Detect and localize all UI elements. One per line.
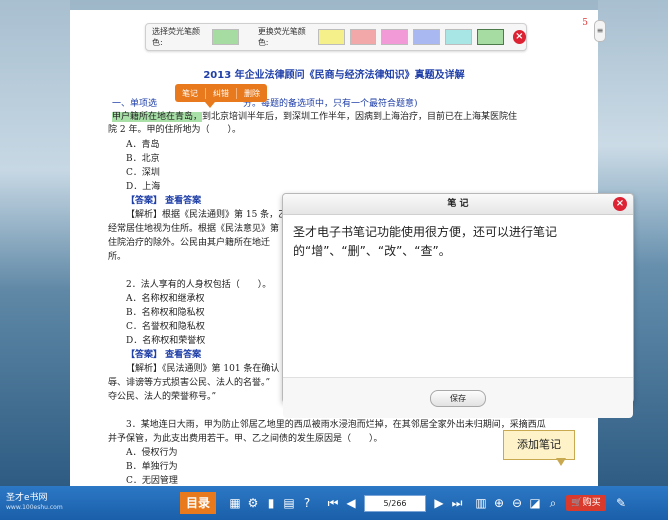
background-sea-left bbox=[0, 0, 70, 486]
change-color-label: 更换荧光笔颜色: bbox=[257, 27, 306, 47]
last-page-icon[interactable]: ⏭ bbox=[448, 496, 466, 511]
page-input[interactable]: 5/266 bbox=[364, 494, 426, 512]
context-menu-pointer bbox=[205, 102, 215, 108]
next-page-icon[interactable]: ▶ bbox=[430, 496, 448, 510]
page-number: 5 bbox=[582, 18, 588, 28]
option-a: A．侵权行为 bbox=[126, 448, 178, 458]
text-context-menu: 笔记 纠错 删除 bbox=[175, 84, 267, 102]
save-button[interactable]: 保存 bbox=[430, 389, 486, 407]
bottom-toolbar: 圣才e书网 www.100eshu.com 目录 ▦ ⚙ ▮ ▤ ? ⏮ ◀ 5… bbox=[0, 486, 668, 520]
note-textarea[interactable]: 圣才电子书笔记功能使用很方便，还可以进行笔记的“增”、“删”、“改”、“查”。 bbox=[283, 215, 633, 378]
color-swatch-magenta[interactable] bbox=[381, 29, 409, 45]
option-c: C．名誉权和隐私权 bbox=[126, 322, 205, 332]
color-swatch-blue[interactable] bbox=[413, 29, 441, 45]
two-page-icon[interactable]: ▥ bbox=[472, 496, 490, 510]
zoom-in-icon[interactable]: ⊕ bbox=[490, 496, 508, 510]
add-note-icon[interactable]: ◪ bbox=[526, 496, 544, 510]
note-dialog-footer: 保存 bbox=[283, 378, 633, 418]
menu-item-note[interactable]: 笔记 bbox=[175, 87, 206, 99]
highlighted-text[interactable]: 甲户籍所在地在青岛， bbox=[112, 112, 203, 122]
note-dialog-title: 笔 记 bbox=[447, 199, 469, 209]
color-swatch-cyan[interactable] bbox=[445, 29, 472, 45]
gear-icon[interactable]: ⚙ bbox=[244, 496, 262, 510]
question-3-line-1: 3．某地连日大雨，甲为防止邻居乙地里的西瓜被雨水浸泡而烂掉，在其邻居全家外出未归… bbox=[126, 420, 546, 430]
bookmark-icon[interactable]: ▮ bbox=[262, 496, 280, 510]
first-page-icon[interactable]: ⏮ bbox=[324, 496, 342, 511]
option-c: C．深圳 bbox=[126, 168, 160, 178]
close-icon[interactable]: × bbox=[512, 30, 527, 44]
note-dialog: 笔 记 × 圣才电子书笔记功能使用很方便，还可以进行笔记的“增”、“删”、“改”… bbox=[282, 193, 634, 418]
question-3-line-2: 并予保管，为此支出费用若干。甲、乙之间债的发生原因是（ ）。 bbox=[108, 434, 383, 444]
option-a: A．名称权和继承权 bbox=[126, 294, 205, 304]
explanation-2-line-3: 夺公民、法人的荣誉称号。” bbox=[108, 392, 217, 402]
explanation-1-line-2: 经常居住地视为住所。根据《民法意见》第 bbox=[108, 224, 280, 234]
color-swatch-pink[interactable] bbox=[349, 29, 377, 45]
question-1-line-1: 甲户籍所在地在青岛，到北京培训半年后，到深圳工作半年，因病到上海治疗，目前已在上… bbox=[112, 112, 518, 122]
color-swatch-yellow[interactable] bbox=[317, 29, 345, 45]
search-icon[interactable]: ⌕ bbox=[544, 496, 562, 511]
view-answer-link[interactable]: 【答案】 查看答案 bbox=[126, 193, 201, 206]
page-title: 2013 年企业法律顾问《民商与经济法律知识》真题及详解 bbox=[203, 70, 465, 81]
grid-icon[interactable]: ▦ bbox=[226, 496, 244, 510]
buy-button[interactable]: 🛒购买 bbox=[566, 495, 606, 511]
zoom-out-icon[interactable]: ⊖ bbox=[508, 496, 526, 510]
close-icon[interactable]: × bbox=[613, 197, 627, 211]
option-b: B．北京 bbox=[126, 154, 160, 164]
toc-button[interactable]: 目录 bbox=[180, 492, 216, 514]
highlighter-color-bar: 选择荧光笔颜色: 更换荧光笔颜色: × bbox=[145, 23, 527, 51]
explanation-1-line-4: 所。 bbox=[108, 252, 127, 262]
option-d: D．上海 bbox=[126, 182, 161, 192]
question-2: 2．法人享有的人身权包括（ ）。 bbox=[126, 280, 272, 290]
select-color-label: 选择荧光笔颜色: bbox=[152, 27, 200, 47]
notes-icon[interactable]: ▤ bbox=[280, 496, 298, 510]
menu-item-delete[interactable]: 删除 bbox=[237, 88, 267, 99]
option-c: C．无因管理 bbox=[126, 476, 178, 486]
option-d: D．名称权和荣誉权 bbox=[126, 336, 206, 346]
selected-color-swatch[interactable] bbox=[212, 29, 239, 45]
view-answer-link[interactable]: 【答案】 查看答案 bbox=[126, 347, 201, 360]
explanation-2-line-2: 辱、诽谤等方式损害公民、法人的名誉。” bbox=[108, 378, 271, 388]
prev-page-icon[interactable]: ◀ bbox=[342, 496, 360, 510]
option-b: B．单独行为 bbox=[126, 462, 178, 472]
menu-item-correct[interactable]: 纠错 bbox=[206, 87, 237, 99]
help-icon[interactable]: ? bbox=[298, 496, 316, 510]
option-a: A．青岛 bbox=[126, 140, 160, 150]
add-note-tooltip: 添加笔记 bbox=[503, 430, 575, 460]
explanation-2-line-1: 【解析】《民法通则》第 101 条在确认 bbox=[126, 364, 280, 374]
explanation-1-line-3: 住院治疗的除外。公民由其户籍所在地迁 bbox=[108, 238, 271, 248]
edit-icon[interactable]: ✎ bbox=[612, 496, 630, 510]
color-swatch-green[interactable] bbox=[476, 29, 504, 45]
question-1-line-2: 院 2 年。甲的住所地为（ ）。 bbox=[108, 125, 241, 135]
explanation-1-line-1: 【解析】根据《民法通则》第 15 条，乙 bbox=[126, 210, 288, 220]
option-b: B．名称权和隐私权 bbox=[126, 308, 205, 318]
page-scroll-handle[interactable]: ≡ bbox=[594, 20, 606, 42]
tooltip-pointer bbox=[556, 458, 566, 466]
brand-logo: 圣才e书网 www.100eshu.com bbox=[6, 493, 63, 511]
note-dialog-header: 笔 记 × bbox=[283, 194, 633, 215]
